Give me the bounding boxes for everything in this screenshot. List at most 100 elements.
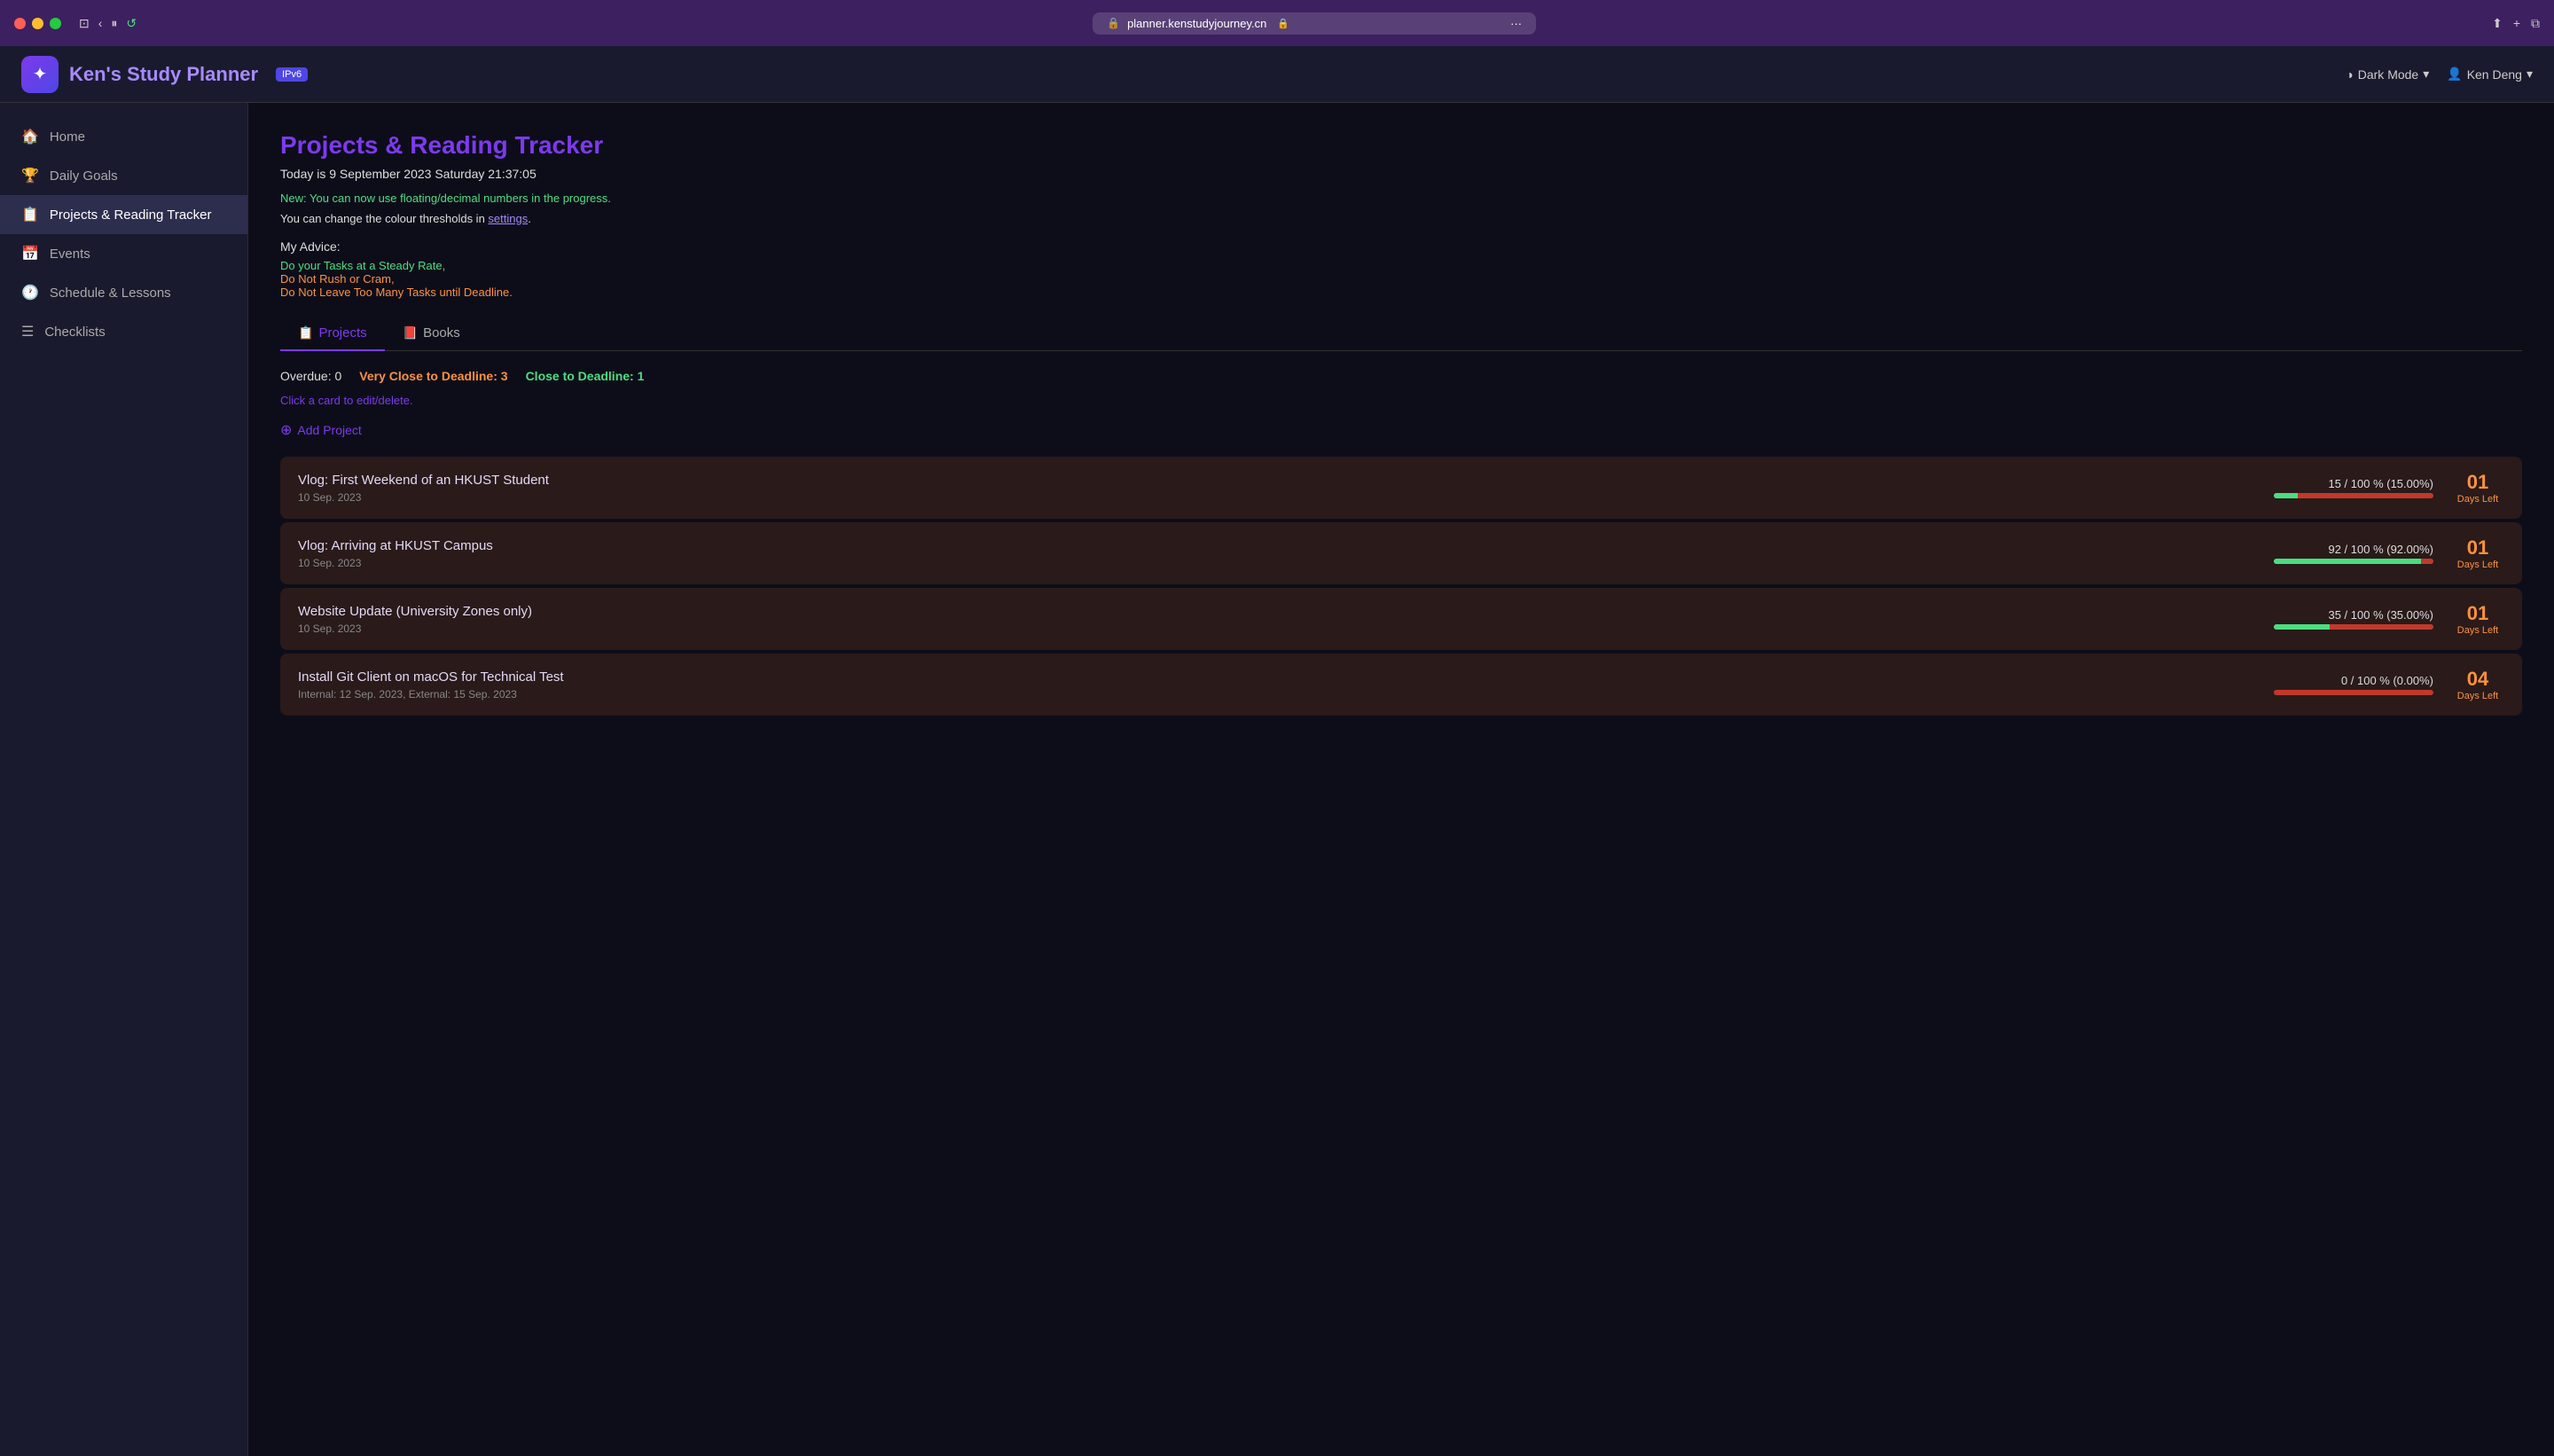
user-icon: 👤 [2447, 67, 2462, 82]
advice-block: My Advice: Do your Tasks at a Steady Rat… [280, 239, 2522, 299]
card-title: Vlog: First Weekend of an HKUST Student [298, 473, 2167, 488]
tabs: 📋 Projects 📕 Books [280, 317, 2522, 351]
days-num: 01 [2451, 536, 2504, 560]
card-progress-text: 15 / 100 % (15.00%) [2274, 477, 2433, 490]
browser-chrome: ⊡ ‹ ⏸ ↺ 🔒 planner.kenstudyjourney.cn 🔒 ·… [0, 0, 2554, 46]
progress-bar-wrap [2274, 559, 2433, 564]
books-tab-label: Books [423, 325, 460, 341]
card-right: 0 / 100 % (0.00%) 04 Days Left [2167, 668, 2504, 701]
browser-controls: ⊡ ‹ ⏸ ↺ [79, 16, 137, 31]
sidebar: 🏠 Home 🏆 Daily Goals 📋 Projects & Readin… [0, 103, 248, 1456]
card-left: Install Git Client on macOS for Technica… [298, 669, 2167, 701]
sidebar-item-schedule[interactable]: 🕐 Schedule & Lessons [0, 273, 247, 312]
pause-button[interactable]: ⏸ [111, 16, 117, 31]
home-icon: 🏠 [21, 128, 39, 145]
add-project-button[interactable]: ⊕ Add Project [280, 421, 362, 439]
card-progress-text: 35 / 100 % (35.00%) [2274, 608, 2433, 622]
sidebar-toggle-button[interactable]: ⊡ [79, 16, 90, 31]
user-chevron-icon: ▾ [2527, 67, 2533, 82]
days-label: Days Left [2451, 625, 2504, 636]
traffic-lights [14, 18, 61, 29]
clipboard-icon: 📋 [21, 206, 39, 223]
progress-container: 92 / 100 % (92.00%) [2274, 543, 2433, 564]
days-label: Days Left [2451, 560, 2504, 570]
sidebar-item-events[interactable]: 📅 Events [0, 234, 247, 273]
dark-mode-chevron-icon: ▾ [2423, 67, 2429, 82]
browser-right-controls: ⬆ + ⧉ [2492, 16, 2540, 31]
progress-container: 15 / 100 % (15.00%) [2274, 477, 2433, 498]
project-card[interactable]: Vlog: Arriving at HKUST Campus 10 Sep. 2… [280, 522, 2522, 584]
list-icon: ☰ [21, 323, 34, 341]
stat-overdue: Overdue: 0 [280, 369, 341, 383]
site-icon: 🔒 [1107, 17, 1120, 29]
sidebar-item-schedule-label: Schedule & Lessons [50, 286, 171, 301]
page-title: Projects & Reading Tracker [280, 131, 2522, 160]
progress-container: 0 / 100 % (0.00%) [2274, 674, 2433, 695]
app-body: 🏠 Home 🏆 Daily Goals 📋 Projects & Readin… [0, 103, 2554, 1456]
logo-icon: ✦ [21, 56, 59, 93]
sidebar-item-projects-label: Projects & Reading Tracker [50, 207, 212, 223]
sidebar-item-daily-goals-label: Daily Goals [50, 168, 118, 184]
minimize-button[interactable] [32, 18, 43, 29]
advice-line-1: Do your Tasks at a Steady Rate, [280, 259, 2522, 272]
sidebar-item-home[interactable]: 🏠 Home [0, 117, 247, 156]
sidebar-item-projects[interactable]: 📋 Projects & Reading Tracker [0, 195, 247, 234]
tab-projects[interactable]: 📋 Projects [280, 317, 385, 351]
card-date: 10 Sep. 2023 [298, 622, 2167, 635]
days-label: Days Left [2451, 691, 2504, 701]
app-header: ✦ Ken's Study Planner IPv6 ◑ Dark Mode ▾… [0, 46, 2554, 103]
card-days: 01 Days Left [2451, 602, 2504, 636]
progress-bar-wrap [2274, 690, 2433, 695]
dark-mode-icon: ◑ [2346, 67, 2353, 82]
add-project-label: Add Project [297, 423, 361, 437]
project-card[interactable]: Vlog: First Weekend of an HKUST Student … [280, 457, 2522, 519]
advice-line-2: Do Not Rush or Cram, [280, 272, 2522, 286]
card-title: Website Update (University Zones only) [298, 604, 2167, 619]
sidebar-item-daily-goals[interactable]: 🏆 Daily Goals [0, 156, 247, 195]
address-bar[interactable]: 🔒 planner.kenstudyjourney.cn 🔒 ··· [1093, 12, 1536, 35]
main-content: Projects & Reading Tracker Today is 9 Se… [248, 103, 2554, 1456]
card-left: Website Update (University Zones only) 1… [298, 604, 2167, 635]
progress-container: 35 / 100 % (35.00%) [2274, 608, 2433, 630]
days-num: 01 [2451, 602, 2504, 625]
user-label: Ken Deng [2467, 67, 2522, 82]
notice-settings: You can change the colour thresholds in … [280, 212, 2522, 225]
progress-bar-wrap [2274, 493, 2433, 498]
refresh-button[interactable]: ↺ [126, 16, 137, 31]
url-text: planner.kenstudyjourney.cn [1127, 17, 1266, 30]
days-num: 01 [2451, 471, 2504, 494]
app-logo: ✦ Ken's Study Planner IPv6 [21, 56, 2346, 93]
projects-tab-icon: 📋 [298, 325, 313, 341]
tab-books[interactable]: 📕 Books [385, 317, 478, 351]
sidebar-item-checklists-label: Checklists [44, 325, 105, 340]
dark-mode-button[interactable]: ◑ Dark Mode ▾ [2346, 67, 2429, 82]
project-card[interactable]: Install Git Client on macOS for Technica… [280, 654, 2522, 716]
date-time: Today is 9 September 2023 Saturday 21:37… [280, 167, 2522, 181]
user-menu-button[interactable]: 👤 Ken Deng ▾ [2447, 67, 2533, 82]
settings-link[interactable]: settings [488, 212, 528, 225]
dots-icon[interactable]: ··· [1510, 17, 1522, 30]
address-bar-wrap: 🔒 planner.kenstudyjourney.cn 🔒 ··· [147, 12, 2481, 35]
trophy-icon: 🏆 [21, 167, 39, 184]
card-progress-text: 0 / 100 % (0.00%) [2274, 674, 2433, 687]
books-tab-icon: 📕 [403, 325, 418, 341]
fullscreen-button[interactable] [50, 18, 61, 29]
card-date: Internal: 12 Sep. 2023, External: 15 Sep… [298, 688, 2167, 701]
lock-icon: 🔒 [1277, 18, 1289, 29]
card-days: 01 Days Left [2451, 471, 2504, 505]
stat-close: Close to Deadline: 1 [526, 369, 645, 383]
card-date: 10 Sep. 2023 [298, 557, 2167, 569]
project-cards: Vlog: First Weekend of an HKUST Student … [280, 457, 2522, 716]
project-card[interactable]: Website Update (University Zones only) 1… [280, 588, 2522, 650]
back-button[interactable]: ‹ [98, 16, 103, 30]
projects-tab-label: Projects [318, 325, 366, 341]
card-left: Vlog: Arriving at HKUST Campus 10 Sep. 2… [298, 538, 2167, 569]
close-button[interactable] [14, 18, 26, 29]
share-button[interactable]: ⬆ [2492, 16, 2503, 31]
app-title: Ken's Study Planner [69, 63, 258, 86]
advice-line-3: Do Not Leave Too Many Tasks until Deadli… [280, 286, 2522, 299]
new-tab-button[interactable]: + [2513, 16, 2520, 30]
tabs-button[interactable]: ⧉ [2531, 16, 2540, 31]
sidebar-item-checklists[interactable]: ☰ Checklists [0, 312, 247, 351]
sidebar-item-events-label: Events [50, 247, 90, 262]
